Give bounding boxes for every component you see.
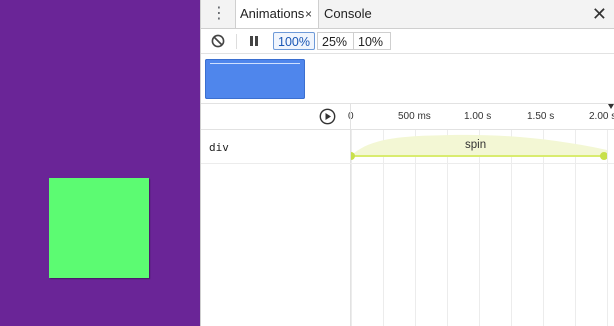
animation-target-label: div — [209, 141, 229, 154]
animation-name-label: spin — [465, 139, 487, 151]
block-icon[interactable] — [211, 34, 225, 48]
speed-25-button[interactable]: 25% — [317, 32, 353, 50]
tick-label: 1.50 s — [527, 111, 555, 122]
animation-row: div spin — [201, 130, 614, 164]
animation-group-thumbnail[interactable] — [205, 59, 305, 99]
scrubber-head[interactable] — [608, 104, 614, 109]
animation-groups — [201, 54, 614, 104]
pause-icon[interactable] — [249, 36, 259, 46]
more-vert-icon[interactable]: ⋮ — [211, 6, 227, 22]
page-preview — [0, 0, 200, 326]
devtools-tabbar: ⋮ Animations × Console ✕ — [201, 0, 614, 29]
animation-toolbar: 100% 25% 10% — [201, 29, 614, 54]
tick-label: 1.00 s — [464, 111, 492, 122]
close-devtools-icon[interactable]: ✕ — [592, 4, 607, 24]
timeline-header: 0 500 ms 1.00 s 1.50 s 2.00 s — [201, 104, 614, 130]
tick-label: 2.00 s — [589, 111, 614, 122]
toolbar-divider — [236, 34, 237, 49]
tick-label: 500 ms — [398, 111, 431, 122]
tab-animations-label: Animations — [240, 6, 305, 21]
thumbnail-line — [210, 63, 300, 64]
close-icon[interactable]: × — [305, 0, 312, 28]
tab-console[interactable]: Console — [324, 0, 372, 28]
speed-100-button[interactable]: 100% — [273, 32, 315, 50]
replay-icon[interactable] — [319, 108, 336, 125]
speed-10-button[interactable]: 10% — [353, 32, 391, 50]
tab-animations[interactable]: Animations × — [235, 0, 319, 28]
devtools-panel: ⋮ Animations × Console ✕ 100% 25% 10% 50… — [200, 0, 614, 326]
animated-green-box — [49, 178, 149, 278]
tab-console-label: Console — [324, 6, 372, 21]
